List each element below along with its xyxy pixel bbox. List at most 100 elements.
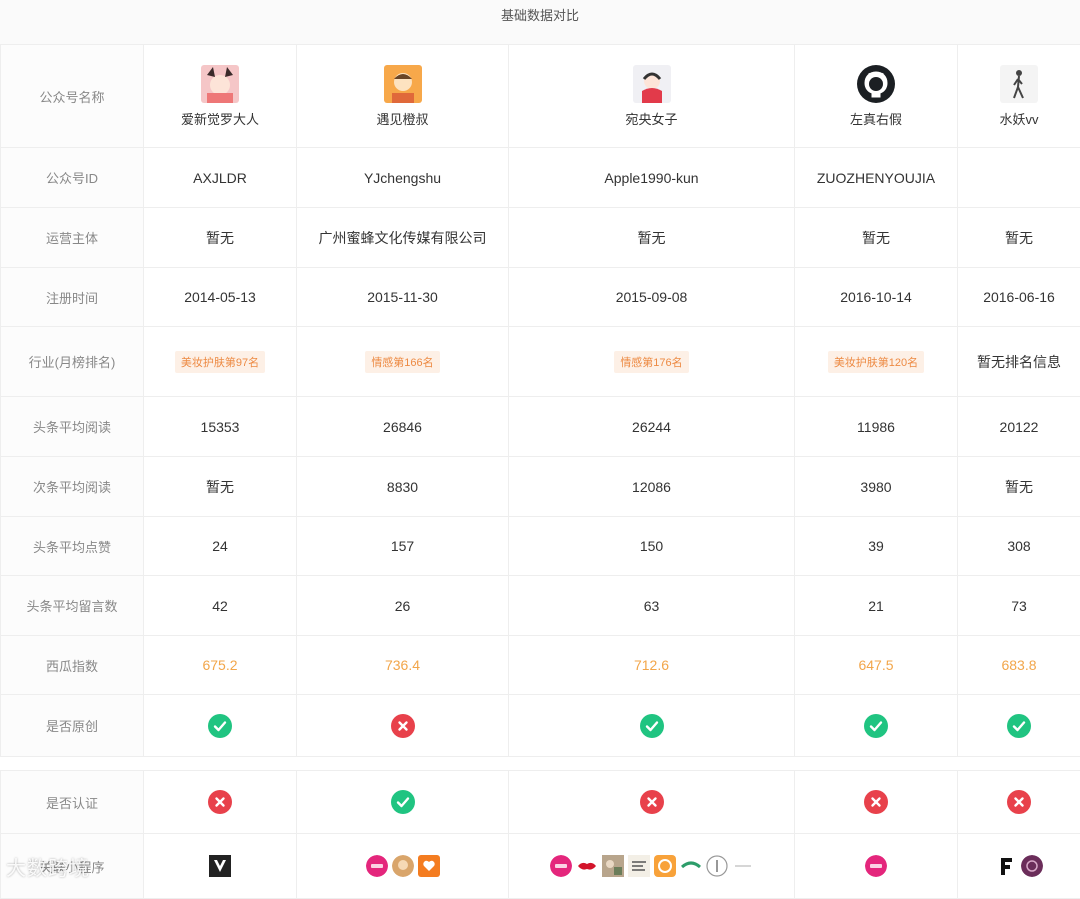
cell-head-like: 308 <box>958 517 1080 576</box>
value-operator: 暂无 <box>638 230 666 246</box>
photo-icon[interactable] <box>600 857 626 873</box>
account-name[interactable]: 水妖vv <box>958 109 1080 128</box>
pink-circle-icon[interactable] <box>863 857 889 873</box>
cell-mini-program <box>297 834 509 899</box>
text-icon[interactable] <box>626 857 652 873</box>
cell-original <box>144 695 297 757</box>
cell-head-comment: 63 <box>509 576 795 636</box>
row-label: 头条平均阅读 <box>1 397 144 457</box>
value-head-read: 26244 <box>632 419 671 435</box>
value-id: ZUOZHENYOUJIA <box>817 170 935 186</box>
cell-operator: 暂无 <box>795 208 958 268</box>
xigua-score: 712.6 <box>634 657 669 673</box>
page-title: 基础数据对比 <box>0 0 1080 45</box>
row-label: 是否原创 <box>1 695 144 757</box>
industry-rank-badge: 情感第166名 <box>365 351 439 373</box>
cell-name: 左真右假 <box>795 45 958 148</box>
check-circle-icon <box>640 716 664 732</box>
cell-id: AXJLDR <box>144 148 297 208</box>
red-lips-icon[interactable] <box>574 857 600 873</box>
line-icon[interactable] <box>730 857 756 873</box>
v-logo-icon[interactable] <box>207 857 233 873</box>
table-gap <box>1 757 1080 771</box>
comparison-table: 公众号名称爱新觉罗大人遇见橙叔宛央女子左真右假水妖vv公众号IDAXJLDRYJ… <box>0 44 1080 899</box>
cell-mini-program <box>795 834 958 899</box>
industry-rank-badge: 美妆护肤第120名 <box>828 351 924 373</box>
cell-second-read: 3980 <box>795 457 958 517</box>
cell-reg-date: 2016-06-16 <box>958 268 1080 327</box>
f-letter-icon[interactable] <box>993 857 1019 873</box>
row-label: 头条平均留言数 <box>1 576 144 636</box>
purple-pattern-icon[interactable] <box>1019 857 1045 873</box>
cell-mini-program <box>509 834 795 899</box>
cell-head-like: 24 <box>144 517 297 576</box>
account-name[interactable]: 爱新觉罗大人 <box>144 109 296 128</box>
cell-reg-date: 2015-11-30 <box>297 268 509 327</box>
check-circle-icon <box>208 716 232 732</box>
red-scarf-girl-avatar[interactable] <box>633 65 671 103</box>
account-name[interactable]: 遇见橙叔 <box>297 109 508 128</box>
cartoon-man-avatar[interactable] <box>384 65 422 103</box>
account-name[interactable]: 宛央女子 <box>509 109 794 128</box>
check-circle-icon <box>391 793 415 809</box>
check-circle-icon <box>1007 716 1031 732</box>
walking-figure-avatar[interactable] <box>1000 65 1038 103</box>
cell-xigua: 647.5 <box>795 636 958 695</box>
cell-original <box>958 695 1080 757</box>
table-row-original: 是否原创 <box>1 695 1080 757</box>
cell-head-like: 150 <box>509 517 795 576</box>
cell-name: 爱新觉罗大人 <box>144 45 297 148</box>
row-label: 注册时间 <box>1 268 144 327</box>
value-head-comment: 63 <box>644 598 660 614</box>
cell-name: 水妖vv <box>958 45 1080 148</box>
cell-industry: 情感第176名 <box>509 327 795 397</box>
gray-circle-icon[interactable] <box>704 857 730 873</box>
industry-rank-badge: 暂无排名信息 <box>977 354 1061 370</box>
value-second-read: 8830 <box>387 479 418 495</box>
cross-circle-icon <box>391 716 415 732</box>
cross-circle-icon <box>640 793 664 809</box>
row-label: 运营主体 <box>1 208 144 268</box>
value-second-read: 暂无 <box>206 479 234 495</box>
github-cat-avatar[interactable] <box>857 65 895 103</box>
cell-name: 宛央女子 <box>509 45 795 148</box>
cell-operator: 广州蜜蜂文化传媒有限公司 <box>297 208 509 268</box>
pink-circle-icon[interactable] <box>364 857 390 873</box>
girl-cat-ears-avatar[interactable] <box>201 65 239 103</box>
value-head-comment: 26 <box>395 598 411 614</box>
face-circle-icon[interactable] <box>390 857 416 873</box>
row-label: 头条平均点赞 <box>1 517 144 576</box>
cell-xigua: 736.4 <box>297 636 509 695</box>
orange-swirl-icon[interactable] <box>652 857 678 873</box>
cell-industry: 美妆护肤第120名 <box>795 327 958 397</box>
cell-certified <box>509 771 795 834</box>
pink-circle-icon[interactable] <box>548 857 574 873</box>
orange-heart-icon[interactable] <box>416 857 442 873</box>
cell-xigua: 712.6 <box>509 636 795 695</box>
cell-head-read: 20122 <box>958 397 1080 457</box>
table-row-id: 公众号IDAXJLDRYJchengshuApple1990-kunZUOZHE… <box>1 148 1080 208</box>
green-logo-icon[interactable] <box>678 857 704 873</box>
cell-certified <box>958 771 1080 834</box>
cell-original <box>509 695 795 757</box>
cross-circle-icon <box>864 793 888 809</box>
cell-head-comment: 26 <box>297 576 509 636</box>
cell-second-read: 12086 <box>509 457 795 517</box>
table-row-head-read: 头条平均阅读1535326846262441198620122 <box>1 397 1080 457</box>
row-label: 是否认证 <box>1 771 144 834</box>
value-operator: 暂无 <box>1005 230 1033 246</box>
value-head-read: 11986 <box>857 419 895 435</box>
row-label: 公众号ID <box>1 148 144 208</box>
cross-circle-icon <box>208 793 232 809</box>
cell-operator: 暂无 <box>509 208 795 268</box>
cell-reg-date: 2016-10-14 <box>795 268 958 327</box>
xigua-score: 647.5 <box>858 657 893 673</box>
value-id: AXJLDR <box>193 170 247 186</box>
value-reg-date: 2014-05-13 <box>184 289 256 305</box>
table-row-mini-program: 关联小程序 <box>1 834 1080 899</box>
cell-id <box>958 148 1080 208</box>
cell-id: Apple1990-kun <box>509 148 795 208</box>
cell-xigua: 683.8 <box>958 636 1080 695</box>
account-name[interactable]: 左真右假 <box>795 109 957 128</box>
table-row-second-read: 次条平均阅读暂无8830120863980暂无 <box>1 457 1080 517</box>
